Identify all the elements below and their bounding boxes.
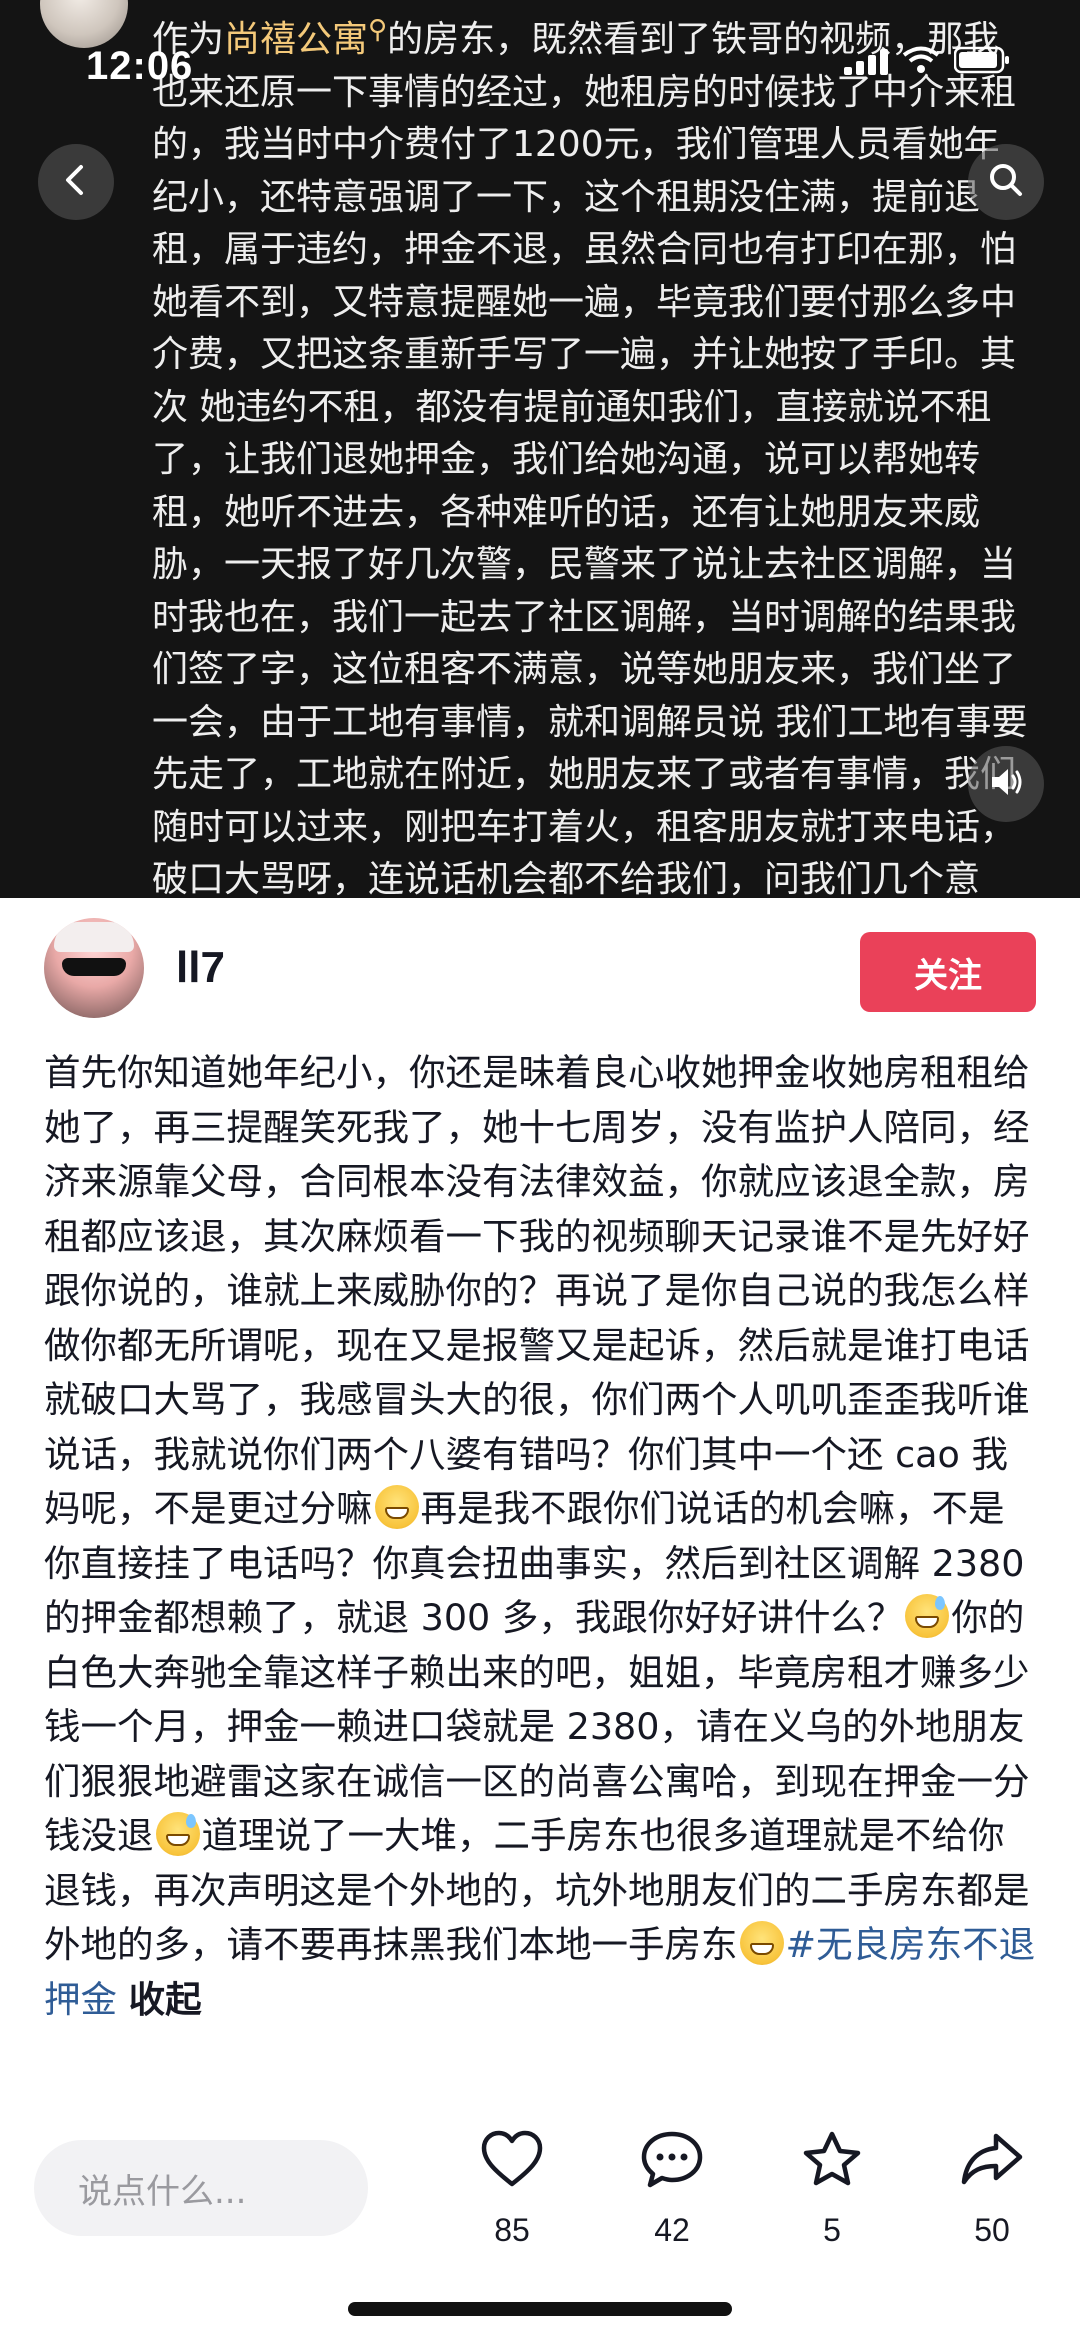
search-icon [986, 160, 1026, 204]
sweat-smile-emoji-icon [905, 1594, 950, 1638]
media-comment-text: 作为尚禧公寓⚲的房东，既然看到了铁哥的视频，那我也来还原一下事情的经过，她租房的… [152, 4, 1032, 898]
signal-icon [844, 49, 888, 75]
collapse-button[interactable]: 收起 [129, 1978, 202, 2021]
sweat-smile-emoji-icon [155, 1812, 200, 1856]
star-icon [800, 2130, 864, 2194]
wifi-icon [902, 46, 940, 78]
avatar-sunglasses [62, 958, 126, 976]
back-icon [58, 162, 94, 202]
comment-text: 首先你知道她年纪小，你还是昧着良心收她押金收她房租租给她了，再三提醒笑死我了，她… [44, 1046, 1038, 2027]
status-time: 12:06 [86, 44, 194, 88]
back-button[interactable] [38, 144, 114, 220]
like-button[interactable]: 85 [452, 2130, 572, 2249]
home-indicator[interactable] [348, 2302, 732, 2316]
grin-emoji-icon [739, 1921, 784, 1965]
comment-bubble-icon [640, 2130, 704, 2194]
battery-icon [953, 46, 1010, 78]
bottom-action-bar: 说点什么... 85 42 5 50 [0, 2110, 1080, 2337]
volume-icon [986, 762, 1026, 806]
search-button[interactable] [968, 144, 1044, 220]
video-media-area[interactable]: 作为尚禧公寓⚲的房东，既然看到了铁哥的视频，那我也来还原一下事情的经过，她租房的… [0, 0, 1080, 898]
favorite-button[interactable]: 5 [772, 2130, 892, 2249]
status-indicators [844, 46, 1010, 78]
comment-count: 42 [654, 2212, 690, 2248]
comment-author-avatar[interactable] [40, 0, 128, 48]
favorite-count: 5 [823, 2212, 841, 2248]
app-screen: 作为尚禧公寓⚲的房东，既然看到了铁哥的视频，那我也来还原一下事情的经过，她租房的… [0, 0, 1080, 2337]
follow-button[interactable]: 关注 [860, 932, 1036, 1012]
user-row: ll7 [44, 918, 225, 1018]
avatar-hair [54, 922, 134, 952]
share-count: 50 [974, 2212, 1010, 2248]
comment-button[interactable]: 42 [612, 2130, 732, 2249]
grin-emoji-icon [374, 1485, 419, 1529]
like-count: 85 [494, 2212, 530, 2248]
share-button[interactable]: 50 [932, 2130, 1052, 2249]
share-icon [960, 2130, 1024, 2194]
mention-search-icon: ⚲ [368, 15, 388, 45]
comment-text-part: 首先你知道她年纪小，你还是昧着良心收她押金收她房租租给她了，再三提醒笑死我了，她… [44, 1051, 1030, 1530]
comment-input[interactable]: 说点什么... [34, 2140, 368, 2236]
mention-link[interactable]: 尚禧公寓 [224, 19, 368, 60]
user-avatar[interactable] [44, 918, 144, 1018]
user-name[interactable]: ll7 [176, 943, 225, 993]
volume-button[interactable] [968, 746, 1044, 822]
media-comment-body: 的房东，既然看到了铁哥的视频，那我也来还原一下事情的经过，她租房的时候找了中介来… [152, 19, 1028, 898]
heart-icon [480, 2130, 544, 2194]
